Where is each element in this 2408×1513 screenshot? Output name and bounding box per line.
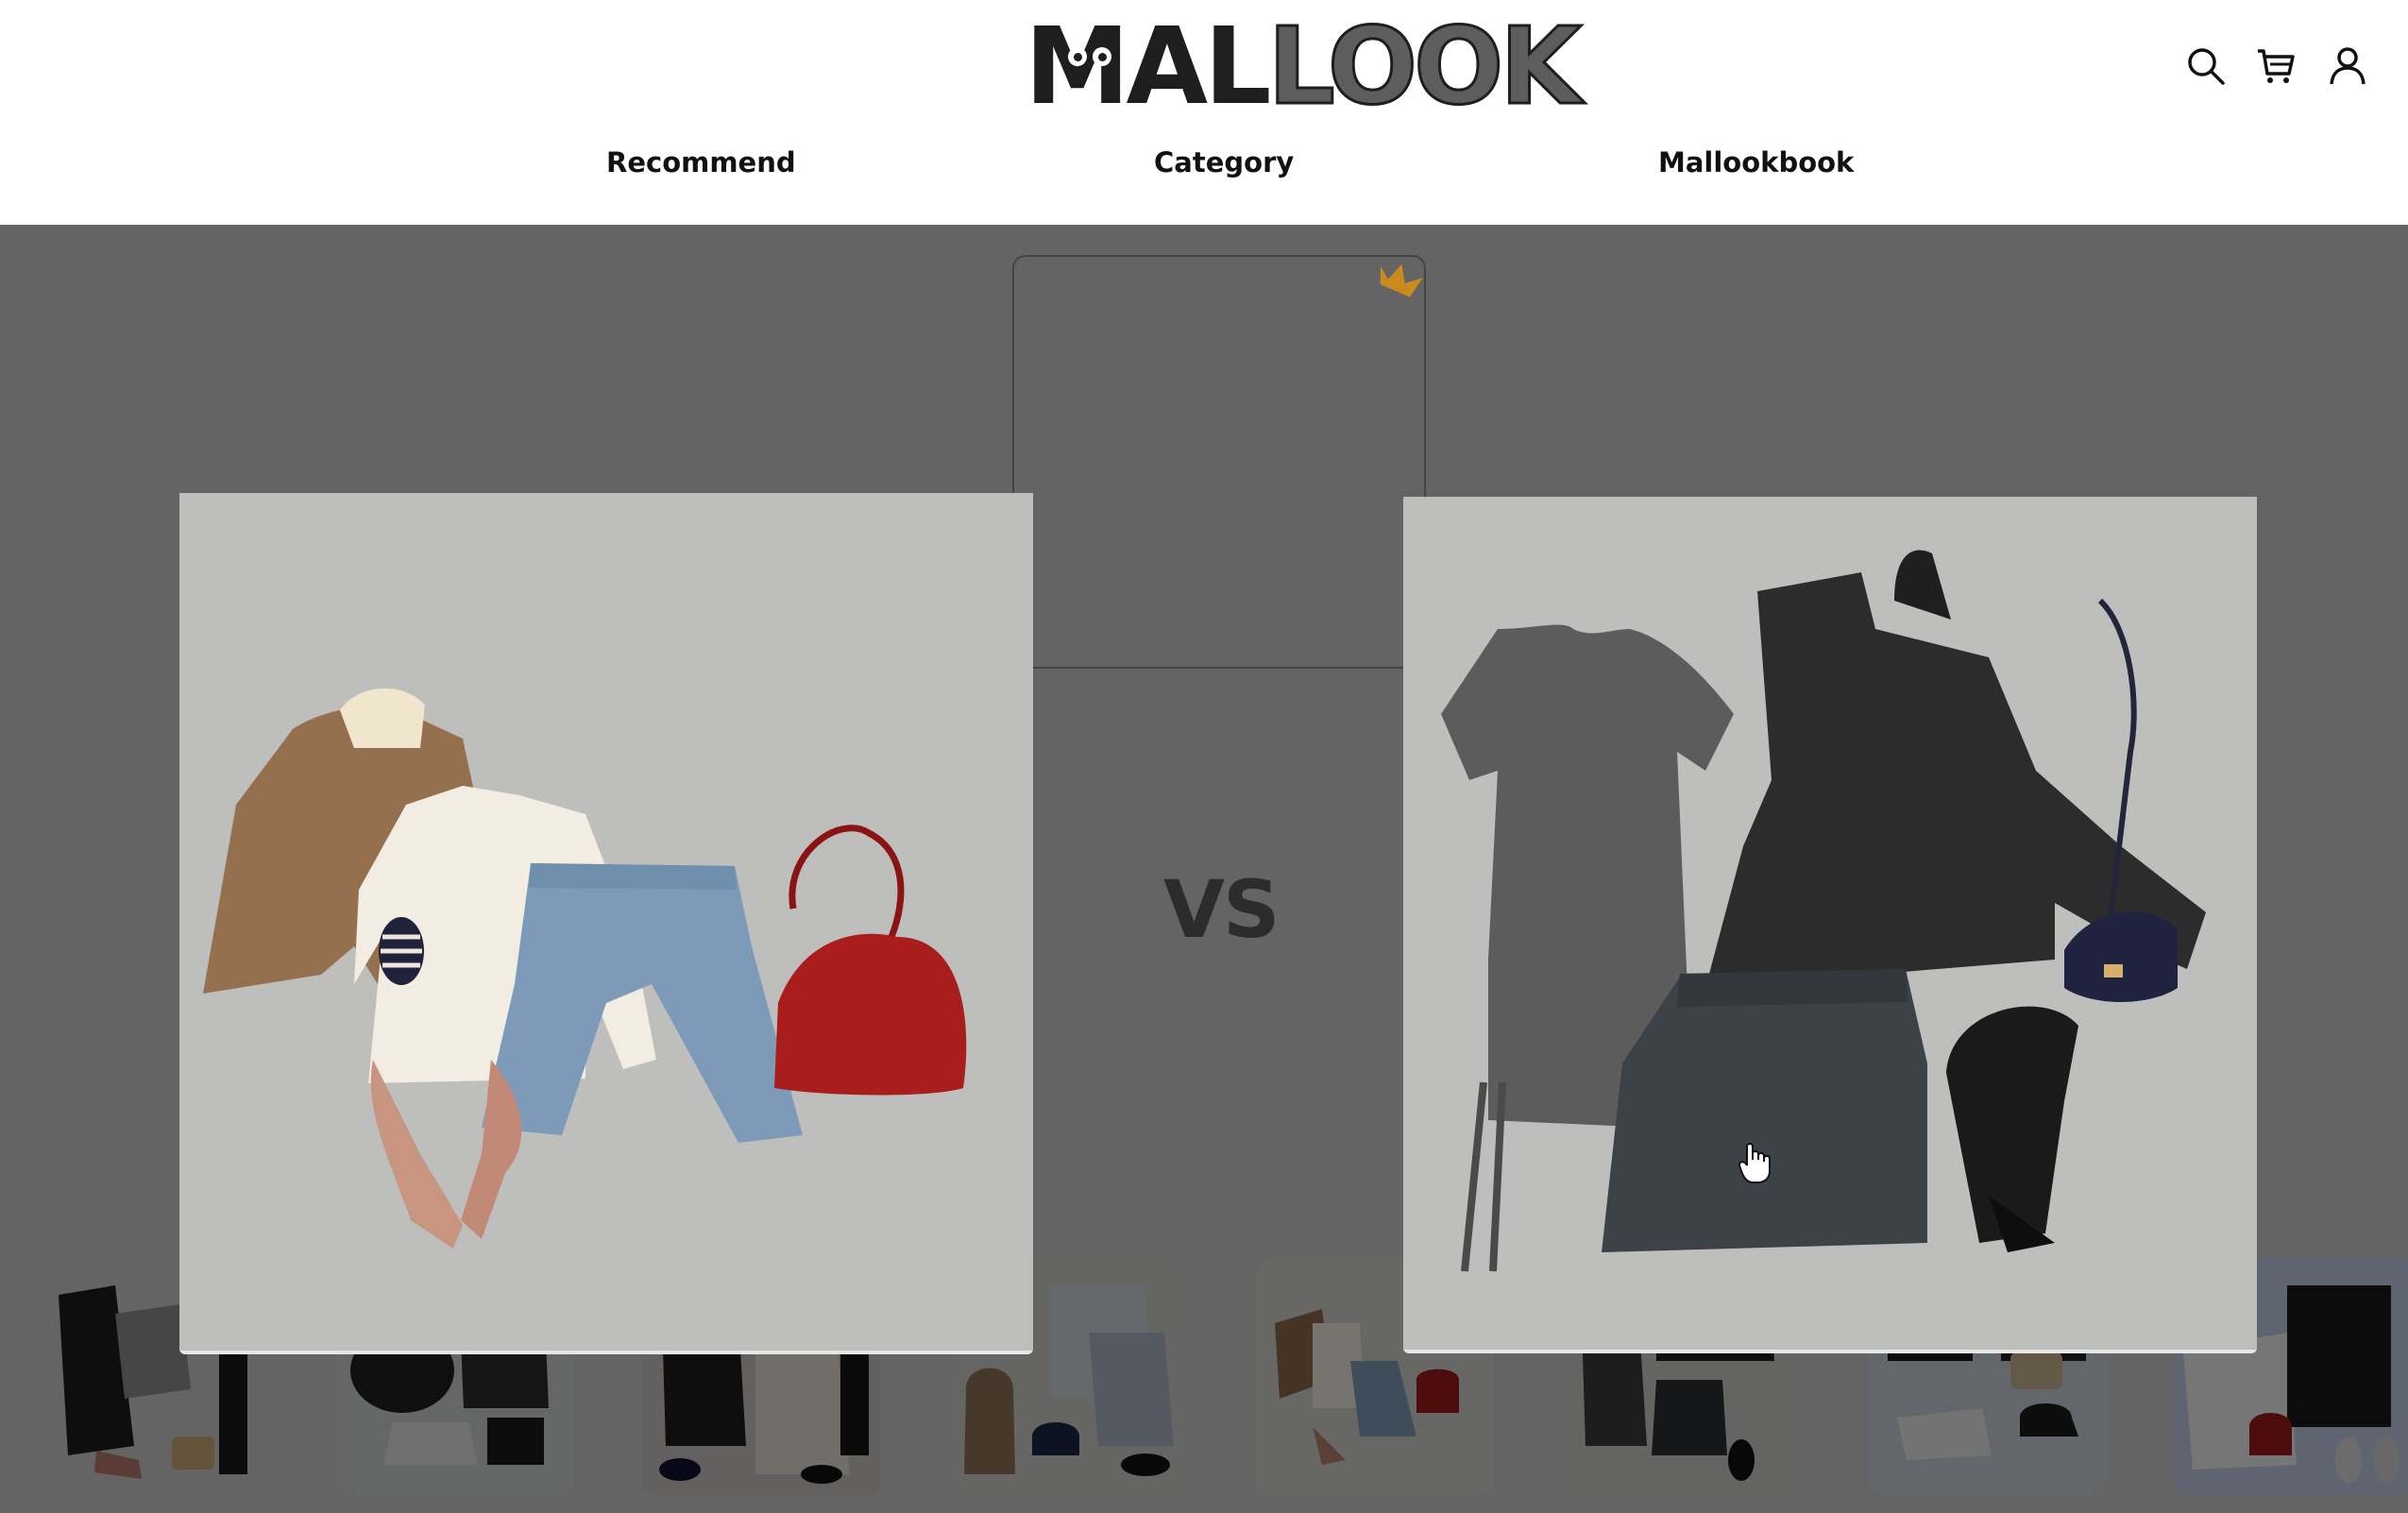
site-header: MALLOOK Recommend Category Mallookbook [0, 0, 2408, 225]
search-icon[interactable] [2185, 45, 2227, 87]
nav-category[interactable]: Category [1154, 146, 1294, 178]
cart-icon[interactable] [2255, 45, 2297, 87]
outfit-option-left[interactable] [179, 493, 1033, 1351]
outfit-option-right[interactable] [1403, 497, 2257, 1350]
logo-look-text: LOOK [1266, 5, 1584, 130]
mallook-logo[interactable]: MALLOOK [1025, 5, 1584, 130]
vs-label: VS [1163, 863, 1280, 956]
right-outfit-image [1403, 497, 2257, 1350]
crown-icon [1380, 264, 1423, 298]
nav-mallookbook[interactable]: Mallookbook [1658, 146, 1854, 178]
logo-eyes [1068, 47, 1111, 66]
lookbook-stage: VS [0, 225, 2408, 1513]
nav-recommend[interactable]: Recommend [606, 146, 796, 178]
left-outfit-image [179, 493, 1033, 1351]
user-icon[interactable] [2327, 45, 2368, 87]
logo-mal-text: MAL [1025, 6, 1271, 128]
hand-cursor-icon [1738, 1143, 1771, 1183]
